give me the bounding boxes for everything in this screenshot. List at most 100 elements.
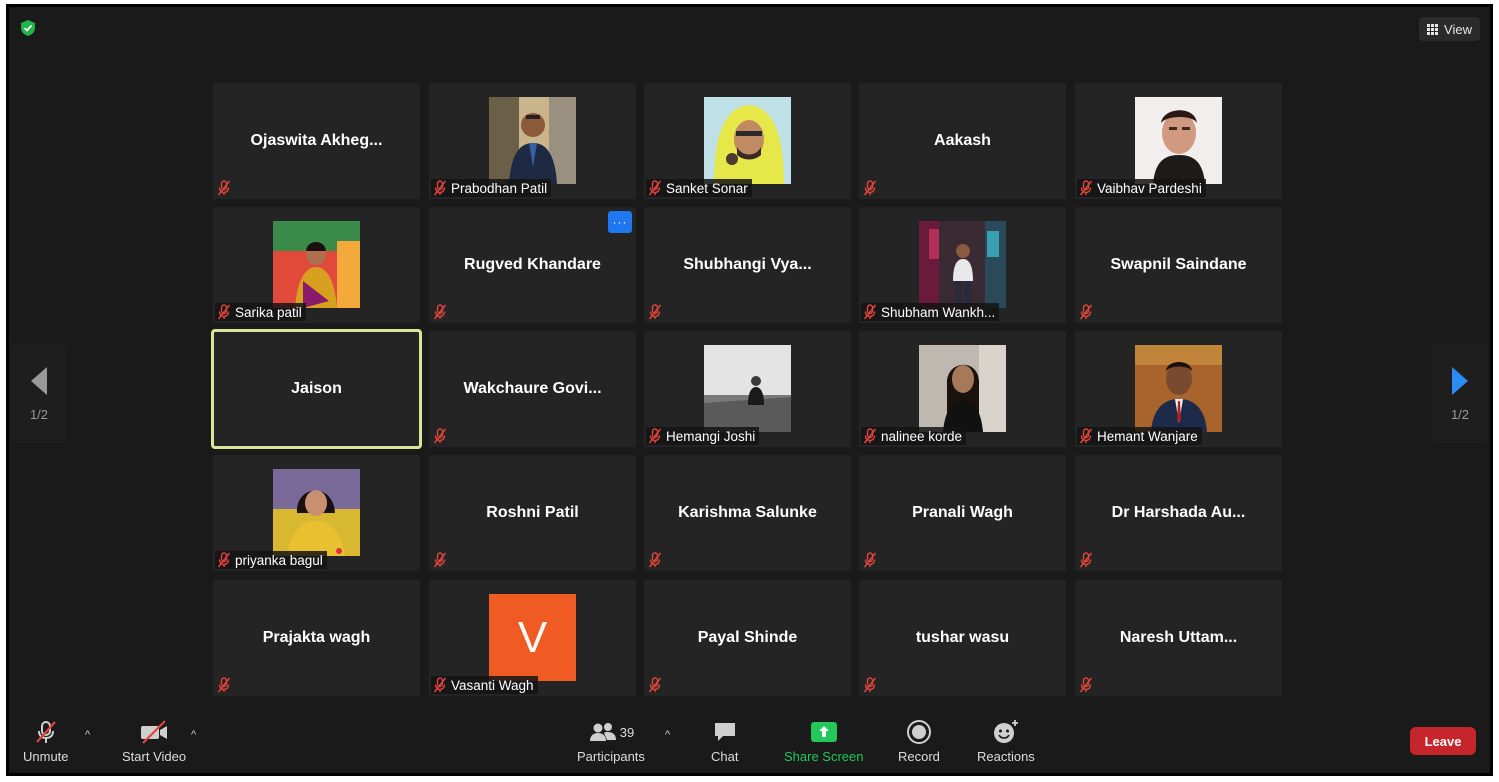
profile-photo <box>1135 97 1222 184</box>
unmute-label: Unmute <box>23 749 69 764</box>
page-indicator-left: 1/2 <box>29 406 49 422</box>
unmute-button[interactable]: Unmute <box>23 719 69 764</box>
participant-name: Shubham Wankh... <box>881 304 996 320</box>
more-options-button[interactable]: ··· <box>608 211 632 233</box>
leave-meeting-button[interactable]: Leave <box>1410 727 1476 755</box>
chat-icon <box>714 723 735 741</box>
audio-options-caret-icon[interactable]: ^ <box>85 729 90 741</box>
participant-name: Wakchaure Govi... <box>463 380 602 397</box>
view-label: View <box>1444 21 1472 37</box>
view-button[interactable]: View <box>1419 17 1480 41</box>
encryption-shield-icon[interactable] <box>19 19 37 37</box>
name-label-strip: nalinee korde <box>861 427 967 445</box>
participant-name: Dr Harshada Au... <box>1111 504 1246 521</box>
participant-name: Vasanti Wagh <box>451 677 534 693</box>
participants-options-caret-icon[interactable]: ^ <box>665 729 670 741</box>
start-video-button[interactable]: Start Video <box>122 719 186 764</box>
video-options-caret-icon[interactable]: ^ <box>191 729 196 741</box>
participant-name: Hemangi Joshi <box>666 428 756 444</box>
participant-tile[interactable]: Prabodhan Patil <box>429 83 636 199</box>
mic-muted-icon <box>863 552 877 568</box>
participant-tile[interactable]: Aakash <box>859 83 1066 199</box>
participant-name: Prajakta wagh <box>262 629 371 646</box>
profile-photo <box>273 221 360 308</box>
participant-tile[interactable]: Sarika patil <box>213 207 420 323</box>
participant-tile[interactable]: Dr Harshada Au... <box>1075 455 1282 571</box>
profile-photo <box>273 469 360 556</box>
record-button[interactable]: Record <box>898 719 940 764</box>
video-off-icon <box>141 720 168 744</box>
record-label: Record <box>898 749 940 764</box>
participant-name: Roshni Patil <box>486 504 579 521</box>
previous-page-button[interactable]: 1/2 <box>11 343 67 443</box>
participant-tile[interactable]: Sanket Sonar <box>644 83 851 199</box>
participants-icon <box>589 723 616 741</box>
participant-tile[interactable]: Vaibhav Pardeshi <box>1075 83 1282 199</box>
participant-tile[interactable]: Wakchaure Govi... <box>429 331 636 447</box>
participant-tile[interactable]: Shubham Wankh... <box>859 207 1066 323</box>
mic-muted-icon <box>433 304 447 320</box>
participant-tile[interactable]: priyanka bagul <box>213 455 420 571</box>
participant-tile[interactable]: Jaison <box>211 329 422 449</box>
mic-muted-icon <box>863 428 877 444</box>
participant-name: Payal Shinde <box>697 629 798 646</box>
reactions-button[interactable]: Reactions <box>977 719 1035 764</box>
meeting-toolbar: Unmute ^ Start Video ^ 39 Participants ^… <box>9 711 1490 773</box>
participant-tile[interactable]: Hemangi Joshi <box>644 331 851 447</box>
name-label-strip: Vaibhav Pardeshi <box>1077 179 1206 197</box>
participant-tile[interactable]: V Vasanti Wagh <box>429 580 636 696</box>
participant-name: Swapnil Saindane <box>1110 256 1247 273</box>
mic-muted-icon <box>863 180 877 196</box>
grid-view-icon <box>1427 23 1439 35</box>
share-screen-label: Share Screen <box>784 749 864 764</box>
name-label-strip: Prabodhan Patil <box>431 179 552 197</box>
profile-photo <box>489 97 576 184</box>
participant-tile[interactable]: Shubhangi Vya... <box>644 207 851 323</box>
avatar-initial: V <box>517 612 548 662</box>
chat-label: Chat <box>711 749 739 764</box>
profile-photo <box>919 345 1006 432</box>
participant-name: Jaison <box>291 380 342 397</box>
participant-tile[interactable]: Ojaswita Akheg... <box>213 83 420 199</box>
name-label-strip: Shubham Wankh... <box>861 303 1000 321</box>
participant-tile[interactable]: Roshni Patil <box>429 455 636 571</box>
share-screen-button[interactable]: Share Screen <box>784 719 864 764</box>
participants-button[interactable]: 39 Participants <box>577 719 645 764</box>
participant-tile[interactable]: Naresh Uttam... <box>1075 580 1282 696</box>
profile-photo <box>704 345 791 432</box>
chat-button[interactable]: Chat <box>711 719 738 764</box>
zoom-meeting-window: View 1/2 1/2 Ojaswita Akheg... Prabodhan … <box>6 4 1493 776</box>
share-screen-icon <box>810 722 837 742</box>
mic-muted-icon <box>217 304 231 320</box>
reactions-label: Reactions <box>977 749 1035 764</box>
arrow-left-icon <box>31 366 47 395</box>
participant-tile[interactable]: nalinee korde <box>859 331 1066 447</box>
mic-muted-icon <box>217 552 231 568</box>
participant-tile[interactable]: tushar wasu <box>859 580 1066 696</box>
participant-tile[interactable]: Hemant Wanjare <box>1075 331 1282 447</box>
participant-name: nalinee korde <box>881 428 963 444</box>
page-indicator-right: 1/2 <box>1450 406 1470 422</box>
participant-name: Shubhangi Vya... <box>683 256 812 273</box>
mic-muted-icon <box>648 304 662 320</box>
mic-muted-icon <box>863 677 877 693</box>
participant-tile[interactable]: Swapnil Saindane <box>1075 207 1282 323</box>
name-label-strip: priyanka bagul <box>215 551 327 569</box>
name-label-strip: Sanket Sonar <box>646 179 752 197</box>
next-page-button[interactable]: 1/2 <box>1432 343 1488 443</box>
participant-tile[interactable]: Rugved Khandare ··· <box>429 207 636 323</box>
participant-tile[interactable]: Prajakta wagh <box>213 580 420 696</box>
profile-photo <box>704 97 791 184</box>
participant-name: tushar wasu <box>915 629 1010 646</box>
participant-tile[interactable]: Payal Shinde <box>644 580 851 696</box>
initial-avatar: V <box>489 594 576 681</box>
participant-tile[interactable]: Karishma Salunke <box>644 455 851 571</box>
participant-tile[interactable]: Pranali Wagh <box>859 455 1066 571</box>
mic-muted-icon <box>433 552 447 568</box>
mic-muted-icon <box>863 304 877 320</box>
name-label-strip: Vasanti Wagh <box>431 676 538 694</box>
name-label-strip: Hemant Wanjare <box>1077 427 1202 445</box>
participants-count: 39 <box>619 724 635 740</box>
participant-name: Aakash <box>934 132 991 149</box>
name-label-strip: Sarika patil <box>215 303 306 321</box>
